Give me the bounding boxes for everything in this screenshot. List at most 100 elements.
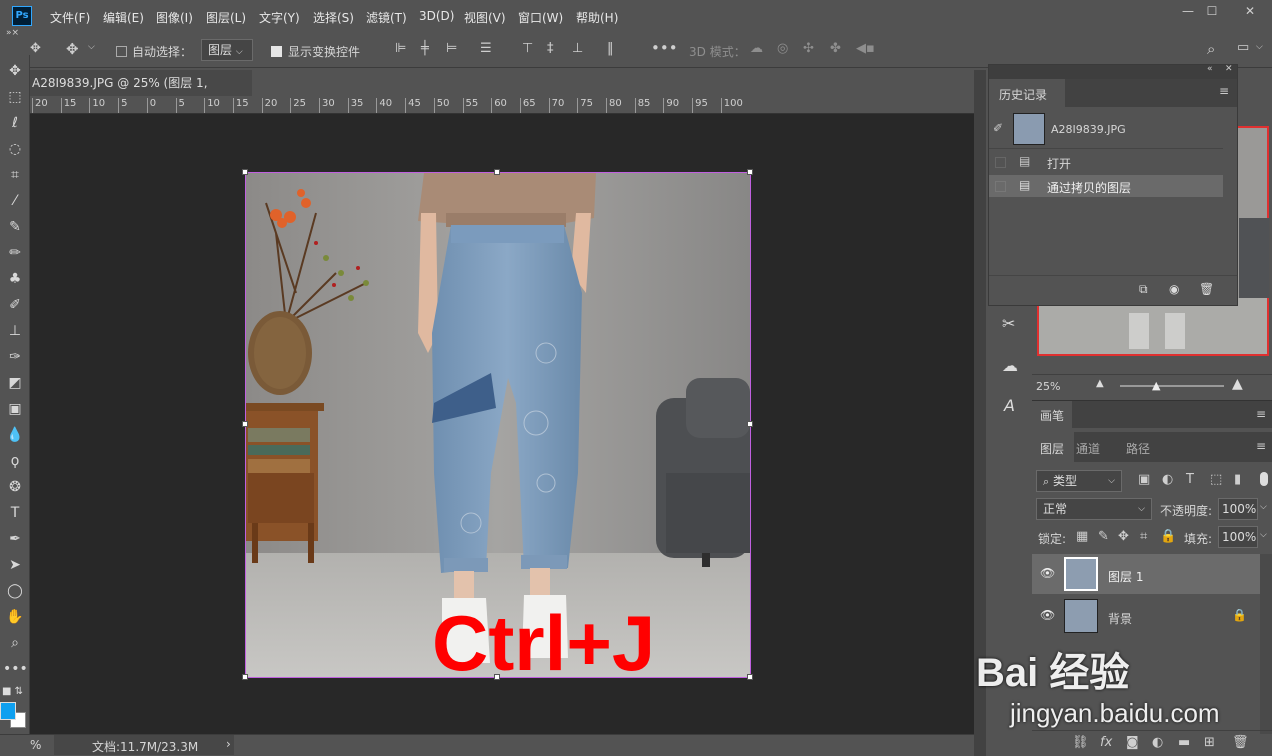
more-icon[interactable]: ••• <box>651 39 678 57</box>
blend-mode-dropdown[interactable]: 正常 ⌵ <box>1036 498 1152 520</box>
layers-panel-menu-icon[interactable]: ≡ <box>1256 439 1266 453</box>
lasso-tool-icon[interactable]: ℓ <box>3 112 27 134</box>
scale-3d-icon[interactable]: ◀▪ <box>856 41 875 56</box>
align-right-icon[interactable]: ⊨ <box>446 41 457 56</box>
history-item-layer-via-copy[interactable]: ▤ 通过拷贝的图层 <box>989 175 1223 197</box>
sponge-tool-icon[interactable]: ❂ <box>3 476 27 498</box>
zoom-slider-thumb[interactable]: ▲ <box>1152 379 1160 392</box>
brush-tab[interactable]: 画笔 <box>1032 401 1072 429</box>
lock-image-icon[interactable]: ✎ <box>1098 529 1109 544</box>
adjustment-layer-icon[interactable]: ◐ <box>1152 735 1163 750</box>
menu-file[interactable]: 文件(F) <box>50 9 90 26</box>
move-tool-icon[interactable]: ✥ <box>3 60 27 82</box>
opacity-chevron-icon[interactable]: ⌵ <box>1260 502 1267 512</box>
menu-help[interactable]: 帮助(H) <box>576 9 618 26</box>
menu-filter[interactable]: 滤镜(T) <box>366 9 407 26</box>
history-brush-tool-icon[interactable]: ✐ <box>3 294 27 316</box>
character-icon[interactable]: A <box>1004 396 1015 415</box>
brush-panel-menu-icon[interactable]: ≡ <box>1256 407 1266 421</box>
menu-view[interactable]: 视图(V) <box>464 9 506 26</box>
quick-select-tool-icon[interactable]: ◌ <box>3 138 27 160</box>
pen-tool-icon[interactable]: ✒ <box>3 528 27 550</box>
filter-pixel-icon[interactable]: ▣ <box>1138 472 1150 487</box>
history-tab[interactable]: 历史记录 <box>989 79 1065 107</box>
menu-3d[interactable]: 3D(D) <box>419 9 454 23</box>
lock-all-icon[interactable]: 🔒 <box>1160 529 1176 544</box>
camera-icon[interactable]: ◉ <box>1169 282 1179 296</box>
document-tab[interactable]: A28I9839.JPG @ 25% (图层 1, RGB/8) * × <box>30 70 252 116</box>
history-brush-source-icon[interactable]: ✐ <box>993 121 1003 135</box>
visibility-eye-icon[interactable]: 👁 <box>1040 608 1055 622</box>
history-snapshot[interactable]: ✐ A28I9839.JPG <box>989 109 1223 149</box>
new-document-from-state-icon[interactable]: ⧉ <box>1139 282 1148 297</box>
transform-handle-right[interactable] <box>747 421 753 427</box>
healing-brush-tool-icon[interactable]: ✎ <box>3 216 27 238</box>
lock-position-icon[interactable]: ✥ <box>1118 529 1129 544</box>
workspace-chevron-icon[interactable]: ⌵ <box>1256 42 1263 52</box>
transform-handle-bottom-left[interactable] <box>242 674 248 680</box>
transform-handle-top-right[interactable] <box>747 169 753 175</box>
history-menu-icon[interactable]: ≡ <box>1219 84 1229 98</box>
tab-channels[interactable]: 通道 <box>1076 440 1100 457</box>
blur-tool-icon[interactable]: 💧 <box>3 424 27 446</box>
distribute-vertical-icon[interactable]: ‖ <box>607 41 614 56</box>
path-select-tool-icon[interactable]: ➤ <box>3 554 27 576</box>
clone-stamp-tool-icon[interactable]: ♣ <box>3 268 27 290</box>
zoom-slider[interactable] <box>1120 385 1224 387</box>
brush-tool-icon[interactable]: ✏ <box>3 242 27 264</box>
layer-row-background[interactable]: 👁 背景 🔒 <box>1032 596 1260 636</box>
tools-panel-icon[interactable]: ✂ <box>1002 314 1015 333</box>
filter-shape-icon[interactable]: ⬚ <box>1210 472 1222 487</box>
menu-image[interactable]: 图像(I) <box>156 9 193 26</box>
align-left-icon[interactable]: ⊫ <box>395 41 406 56</box>
transform-handle-top[interactable] <box>494 169 500 175</box>
art-brush-tool-icon[interactable]: ✑ <box>3 346 27 368</box>
history-item-open[interactable]: ▤ 打开 <box>989 151 1223 173</box>
move-tool-preset-icon[interactable]: ✥ <box>30 41 41 56</box>
tab-paths[interactable]: 路径 <box>1126 440 1150 457</box>
workspace-icon[interactable]: ▭ <box>1237 40 1249 55</box>
transform-handle-bottom-right[interactable] <box>747 674 753 680</box>
zoom-out-icon[interactable]: ▲ <box>1096 378 1104 389</box>
filter-smart-object-icon[interactable]: ▮ <box>1234 472 1241 487</box>
fx-icon[interactable]: fx <box>1100 735 1112 750</box>
filter-toggle[interactable] <box>1260 472 1268 486</box>
tab-layers[interactable]: 图层 <box>1032 432 1074 462</box>
slide-3d-icon[interactable]: ✤ <box>830 41 841 56</box>
distribute-icon[interactable]: ☰ <box>480 41 492 56</box>
new-group-icon[interactable]: ▬ <box>1178 735 1190 750</box>
transform-handle-left[interactable] <box>242 421 248 427</box>
visibility-eye-icon[interactable]: 👁 <box>1040 566 1055 580</box>
menu-edit[interactable]: 编辑(E) <box>103 9 144 26</box>
zoom-in-icon[interactable]: ▲ <box>1232 376 1243 392</box>
menu-select[interactable]: 选择(S) <box>313 9 354 26</box>
filter-type-icon[interactable]: T <box>1186 472 1194 487</box>
menu-type[interactable]: 文字(Y) <box>259 9 300 26</box>
collapse-icon[interactable]: »× <box>6 28 19 38</box>
auto-select-dropdown[interactable]: 图层 ⌵ <box>201 39 253 61</box>
foreground-color-swatch[interactable] <box>0 702 16 720</box>
maximize-icon[interactable]: ☐ <box>1201 4 1223 20</box>
align-center-icon[interactable]: ╪ <box>421 41 429 56</box>
marquee-tool-icon[interactable]: ⬚ <box>3 86 27 108</box>
history-close-icon[interactable]: ✕ <box>1225 64 1233 74</box>
add-mask-icon[interactable]: ◙ <box>1126 735 1139 750</box>
align-top-icon[interactable]: ⊤ <box>522 41 533 56</box>
layers-scrollbar[interactable] <box>1260 554 1272 734</box>
crop-tool-icon[interactable]: ⌗ <box>3 164 27 186</box>
more-tools-icon[interactable]: ••• <box>3 658 28 680</box>
orbit-3d-icon[interactable]: ☁ <box>750 41 763 56</box>
dodge-tool-icon[interactable]: ϙ <box>3 450 27 472</box>
align-bottom-icon[interactable]: ⊥ <box>572 41 583 56</box>
roll-3d-icon[interactable]: ◎ <box>777 41 788 56</box>
status-arrow-icon[interactable]: › <box>226 737 231 751</box>
hand-tool-icon[interactable]: ✋ <box>3 606 27 628</box>
lock-artboard-icon[interactable]: ⌗ <box>1140 529 1147 544</box>
delete-layer-icon[interactable]: 🗑 <box>1232 735 1249 750</box>
search-icon[interactable]: ⌕ <box>1207 40 1215 58</box>
link-layers-icon[interactable]: ⛓ <box>1072 735 1089 750</box>
show-transform-checkbox[interactable] <box>271 46 282 57</box>
libraries-icon[interactable]: ☁ <box>1002 356 1018 375</box>
chevron-down-icon[interactable]: ⌵ <box>88 42 95 52</box>
fill-chevron-icon[interactable]: ⌵ <box>1260 530 1267 540</box>
